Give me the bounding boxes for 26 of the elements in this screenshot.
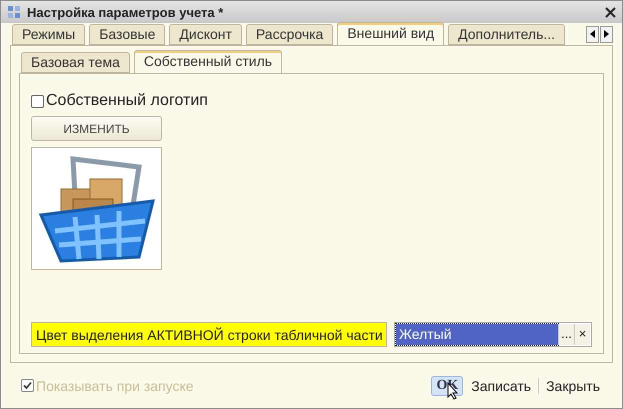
scroll-left-button[interactable] bbox=[586, 26, 599, 42]
tab[interactable]: Дополнитель... bbox=[448, 24, 566, 45]
checkbox-label: Собственный логотип bbox=[46, 92, 208, 110]
color-select-field[interactable]: Желтый ... × bbox=[394, 322, 592, 347]
choose-button[interactable]: ... bbox=[558, 324, 574, 345]
window-title: Настройка параметров учета * bbox=[27, 4, 224, 20]
field-label: Цвет выделения АКТИВНОЙ строки табличной части bbox=[31, 322, 387, 347]
dialog-button[interactable]: Записать bbox=[465, 376, 538, 394]
tab[interactable]: Дисконт bbox=[169, 24, 242, 45]
tab[interactable]: Рассрочка bbox=[246, 24, 334, 45]
right-arrow-icon bbox=[604, 30, 609, 38]
clear-button[interactable]: × bbox=[574, 324, 590, 345]
field-value: Желтый bbox=[396, 324, 558, 345]
change-button[interactable]: ИЗМЕНИТЬ bbox=[31, 116, 162, 141]
close-icon[interactable] bbox=[605, 6, 616, 18]
left-arrow-icon bbox=[590, 30, 595, 38]
tab[interactable]: Базовая тема bbox=[21, 52, 130, 73]
tab[interactable]: Базовые bbox=[89, 24, 166, 45]
window-icon bbox=[7, 5, 21, 19]
checkbox[interactable] bbox=[31, 94, 44, 108]
scroll-right-button[interactable] bbox=[600, 26, 613, 42]
tab[interactable]: Внешний вид bbox=[337, 22, 444, 45]
tab[interactable]: Режимы bbox=[12, 24, 86, 45]
dialog-button[interactable]: Закрыть bbox=[540, 376, 606, 394]
tab[interactable]: Собственный стиль bbox=[134, 50, 282, 73]
checkbox-label: Показывать при запуске bbox=[36, 378, 194, 394]
